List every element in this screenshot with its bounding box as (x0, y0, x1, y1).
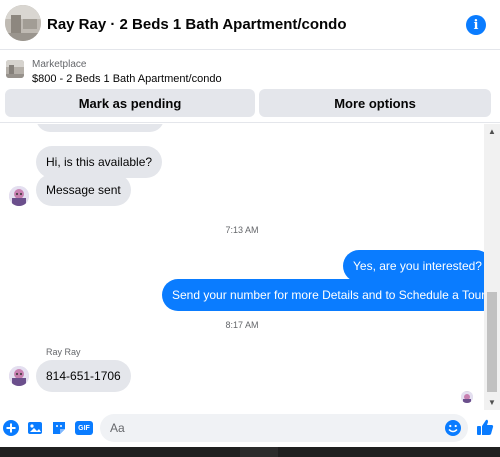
listing-small-thumbnail[interactable] (6, 60, 24, 78)
message-scrollbar[interactable]: ▲ ▼ (484, 124, 500, 410)
chat-title[interactable]: Ray Ray · 2 Beds 1 Bath Apartment/condo (47, 16, 347, 33)
outgoing-message[interactable]: Send your number for more Details and to… (162, 279, 484, 311)
scroll-down-arrow-icon[interactable]: ▼ (488, 398, 496, 407)
sender-name: Ray Ray (46, 347, 81, 357)
image-icon[interactable] (27, 420, 43, 436)
contact-avatar[interactable] (9, 186, 29, 206)
taskbar-strip (0, 447, 500, 457)
timestamp: 7:13 AM (225, 225, 259, 235)
taskbar-item (240, 447, 278, 457)
message-composer: GIF Aa (0, 410, 500, 447)
incoming-message[interactable]: Message sent (36, 174, 131, 206)
contact-avatar[interactable] (9, 366, 29, 386)
gif-icon[interactable]: GIF (75, 421, 93, 435)
message-list: Hi, is this available? Message sent 7:13… (0, 124, 484, 410)
timestamp: 8:17 AM (225, 320, 259, 330)
thumbs-up-icon[interactable] (476, 418, 494, 436)
scrollbar-thumb[interactable] (487, 292, 497, 392)
marketplace-label: Marketplace (32, 59, 87, 70)
listing-title[interactable]: $800 - 2 Beds 1 Bath Apartment/condo (32, 73, 222, 85)
plus-icon[interactable] (3, 420, 19, 436)
scroll-up-arrow-icon[interactable]: ▲ (488, 127, 496, 136)
info-icon[interactable]: i (466, 15, 486, 35)
marketplace-listing-card: Marketplace $800 - 2 Beds 1 Bath Apartme… (0, 51, 500, 123)
seen-avatar (461, 391, 473, 403)
more-options-button[interactable]: More options (259, 89, 491, 117)
previous-message-cutoff (36, 124, 164, 132)
listing-thumbnail[interactable] (5, 5, 41, 41)
message-input-placeholder: Aa (110, 421, 125, 435)
outgoing-message[interactable]: Yes, are you interested? (343, 250, 484, 282)
mark-as-pending-button[interactable]: Mark as pending (5, 89, 255, 117)
chat-header: Ray Ray · 2 Beds 1 Bath Apartment/condo … (0, 0, 500, 50)
message-input[interactable]: Aa (100, 414, 468, 442)
sticker-icon[interactable] (51, 420, 67, 436)
messenger-chat-window: Ray Ray · 2 Beds 1 Bath Apartment/condo … (0, 0, 500, 457)
incoming-message[interactable]: 814-651-1706 (36, 360, 131, 392)
emoji-icon[interactable] (444, 419, 462, 437)
